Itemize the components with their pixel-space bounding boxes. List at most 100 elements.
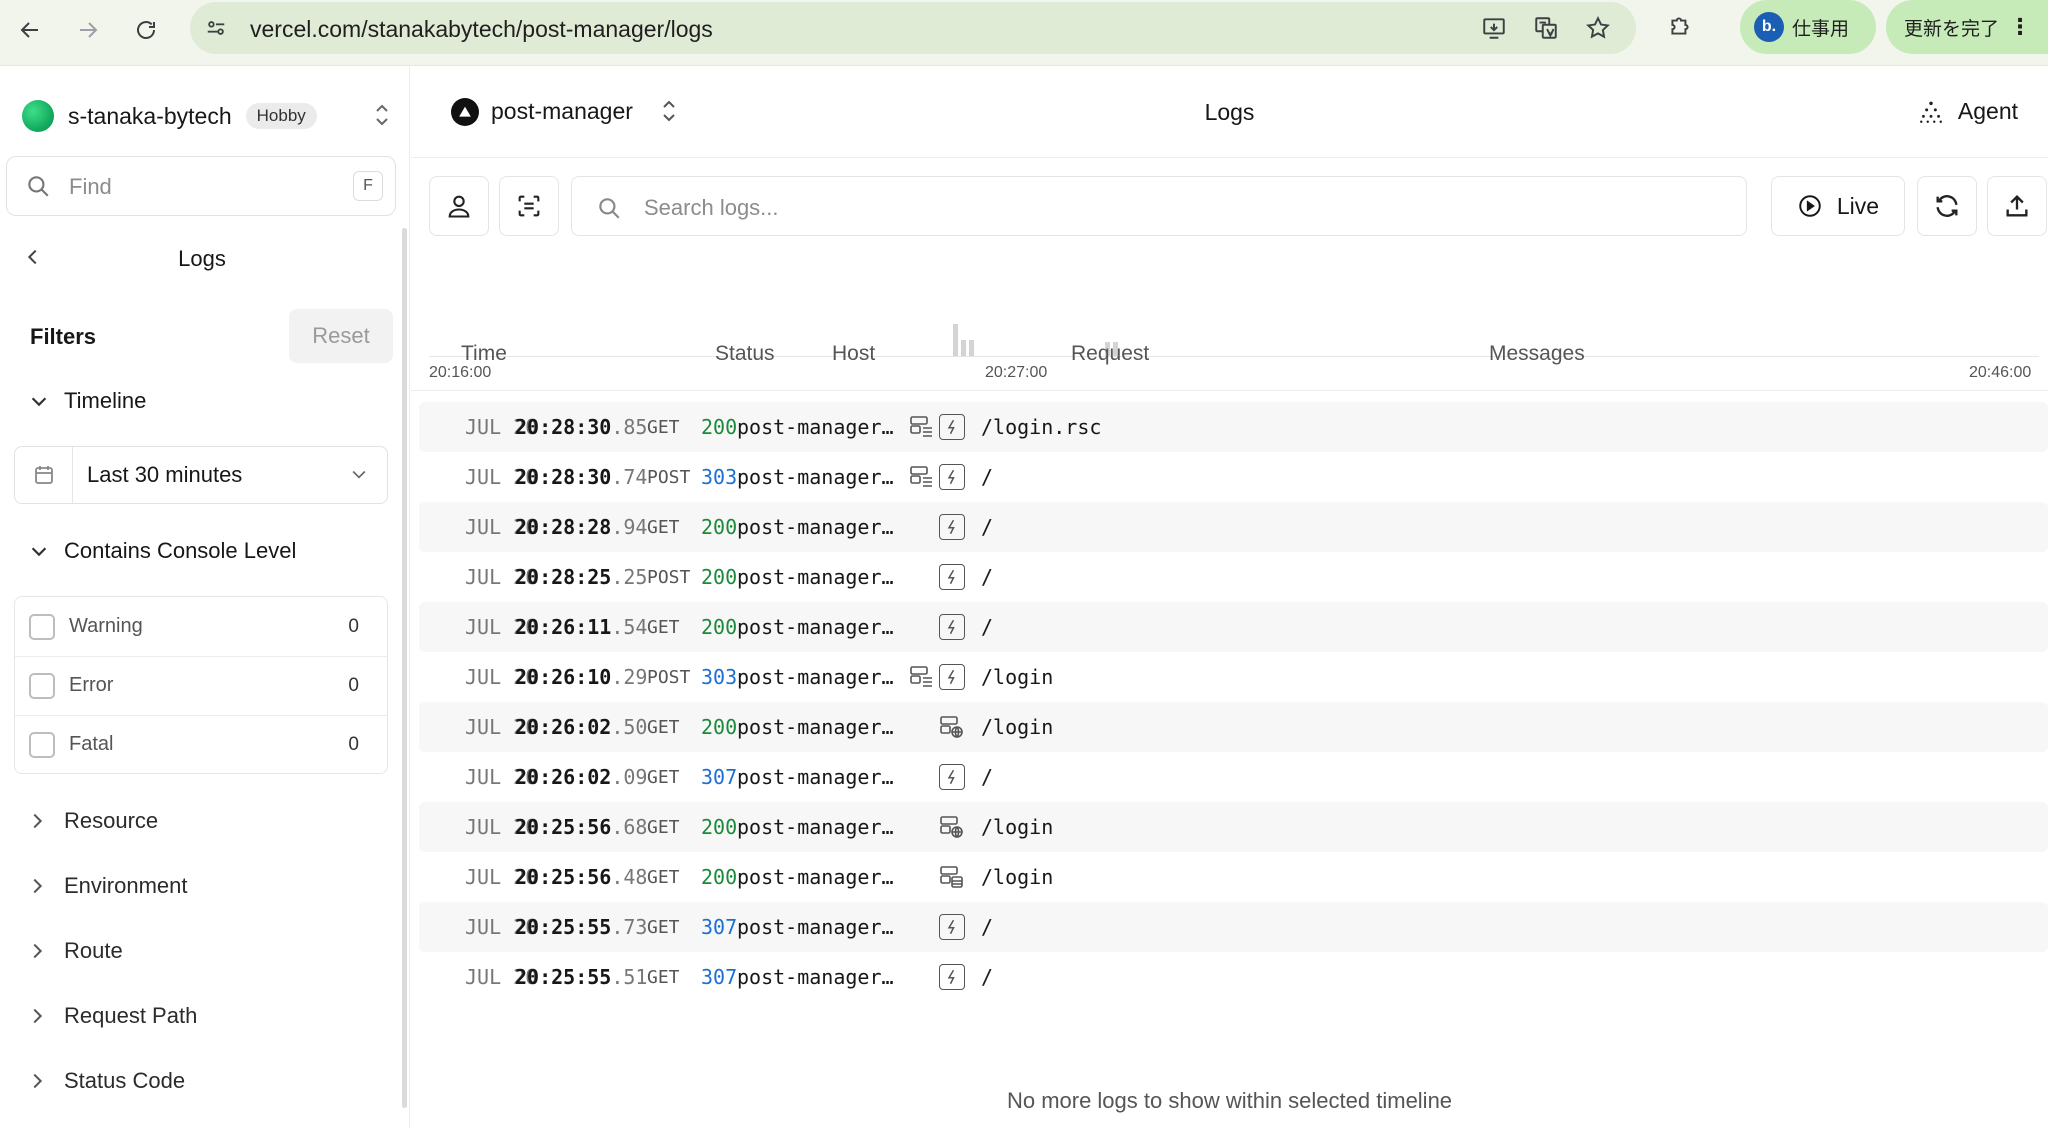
table-row[interactable]: JUL 20 20:25:55.73 GET 307 post-manager… / xyxy=(419,902,2048,952)
chevron-left-icon[interactable] xyxy=(22,246,44,273)
profile-avatar: b. xyxy=(1754,12,1784,42)
install-app-icon[interactable] xyxy=(1474,8,1514,48)
address-bar[interactable]: vercel.com/stanakabytech/post-manager/lo… xyxy=(190,2,1636,54)
edge-globe-icon xyxy=(939,714,965,740)
column-header-time[interactable]: Time xyxy=(461,342,507,366)
tick-label: 20:16:00 xyxy=(429,364,492,381)
level-row-error[interactable]: Error 0 xyxy=(15,656,387,715)
column-header-status[interactable]: Status xyxy=(715,342,775,366)
filter-request-path[interactable]: Request Path xyxy=(28,1003,197,1029)
table-row[interactable]: JUL 20 20:28:30.74 POST 303 post-manager… / xyxy=(419,452,2048,502)
error-checkbox[interactable] xyxy=(29,672,55,699)
filter-environment[interactable]: Environment xyxy=(28,873,188,899)
reset-button[interactable]: Reset xyxy=(289,309,393,363)
timeline-histogram[interactable]: 20:16:00 20:27:00 20:46:00 xyxy=(429,256,2039,381)
bookmark-star-icon[interactable] xyxy=(1578,8,1618,48)
refresh-button[interactable] xyxy=(1917,176,1977,236)
agent-sparkle-icon xyxy=(1919,101,1942,123)
column-header-host[interactable]: Host xyxy=(832,342,875,366)
update-button[interactable]: 更新を完了 ⋮ xyxy=(1886,0,2048,54)
log-status-code: 200 xyxy=(701,865,738,889)
warning-checkbox[interactable] xyxy=(29,613,55,640)
live-button[interactable]: Live xyxy=(1771,176,1905,236)
log-time: 20:26:11.54 xyxy=(515,615,647,639)
chevron-right-icon xyxy=(33,943,43,959)
table-row[interactable]: JUL 20 20:25:55.51 GET 307 post-manager… / xyxy=(419,952,2048,1002)
column-header-request[interactable]: Request xyxy=(1071,342,1149,366)
reload-icon[interactable] xyxy=(126,10,166,50)
log-request-path: /login xyxy=(981,865,1054,889)
log-time: 20:26:02.50 xyxy=(515,715,647,739)
edge-globe-icon xyxy=(939,814,965,840)
middleware-icon xyxy=(909,464,935,490)
scan-filter-button[interactable] xyxy=(499,176,559,236)
agent-button[interactable]: Agent xyxy=(1918,98,2018,125)
timeline-section-toggle[interactable]: Timeline xyxy=(28,388,146,414)
function-icon xyxy=(939,964,965,990)
log-method: POST xyxy=(647,467,691,488)
find-shortcut-key: F xyxy=(353,171,383,201)
profile-button[interactable]: b. 仕事用 xyxy=(1740,0,1876,54)
sidebar: s-tanaka-bytech Hobby Find F Logs Filter… xyxy=(0,66,410,1128)
timeline-select[interactable]: Last 30 minutes xyxy=(14,446,388,504)
extensions-puzzle-icon[interactable] xyxy=(1660,6,1700,46)
log-status-code: 307 xyxy=(701,765,738,789)
profile-label: 仕事用 xyxy=(1792,18,1850,40)
function-icon xyxy=(939,764,965,790)
log-type-icons xyxy=(909,664,969,692)
log-time-ms: .48 xyxy=(611,865,648,889)
chevron-right-icon xyxy=(33,878,43,894)
user-filter-button[interactable] xyxy=(429,176,489,236)
translate-icon[interactable] xyxy=(1526,8,1566,48)
table-row[interactable]: JUL 20 20:26:10.29 POST 303 post-manager…/lo… xyxy=(419,652,2048,702)
table-row[interactable]: JUL 20 20:28:28.94 GET 200 post-manager… / xyxy=(419,502,2048,552)
histogram-bar xyxy=(961,340,966,356)
log-method: GET xyxy=(647,517,680,538)
export-button[interactable] xyxy=(1987,176,2047,236)
team-switcher[interactable]: s-tanaka-bytech Hobby xyxy=(22,96,392,136)
log-time-hms: 20:26:02 xyxy=(515,715,612,739)
log-time-ms: .94 xyxy=(611,515,648,539)
table-row[interactable]: JUL 20 20:26:02.50 GET 200 post-manager…/log… xyxy=(419,702,2048,752)
filter-label: Environment xyxy=(64,873,188,898)
log-status-code: 200 xyxy=(701,615,738,639)
table-row[interactable]: JUL 20 20:26:02.09 GET 307 post-manager… / xyxy=(419,752,2048,802)
fatal-checkbox[interactable] xyxy=(29,731,55,758)
search-logs-input[interactable]: Search logs... xyxy=(571,176,1747,236)
sidebar-header: Logs xyxy=(22,238,382,278)
log-host: post-manager… xyxy=(737,565,894,589)
function-icon xyxy=(939,614,965,640)
forward-arrow-icon[interactable] xyxy=(68,10,108,50)
filter-status-code[interactable]: Status Code xyxy=(28,1068,185,1094)
table-row[interactable]: JUL 20 20:26:11.54 GET 200 post-manager… / xyxy=(419,602,2048,652)
filter-route[interactable]: Route xyxy=(28,938,123,964)
log-type-icons xyxy=(909,814,969,842)
log-method: GET xyxy=(647,917,680,938)
log-time: 20:25:56.48 xyxy=(515,865,647,889)
find-input[interactable]: Find F xyxy=(6,156,396,216)
filter-resource[interactable]: Resource xyxy=(28,808,158,834)
level-row-warning[interactable]: Warning 0 xyxy=(15,597,387,656)
cache-icon xyxy=(939,864,965,890)
column-header-messages[interactable]: Messages xyxy=(1489,342,1585,366)
log-status-code: 200 xyxy=(701,415,738,439)
log-request-path: / xyxy=(981,515,994,539)
table-row[interactable]: JUL 20 20:28:30.85 GET 200 post-manager…/log… xyxy=(419,402,2048,452)
chevron-down-icon xyxy=(31,397,47,407)
table-row[interactable]: JUL 20 20:28:25.25 POST 200 post-manager… / xyxy=(419,552,2048,602)
find-placeholder: Find xyxy=(69,174,112,199)
log-time-hms: 20:25:56 xyxy=(515,815,612,839)
log-method: GET xyxy=(647,617,680,638)
level-row-fatal[interactable]: Fatal 0 xyxy=(15,715,387,774)
back-arrow-icon[interactable] xyxy=(10,10,50,50)
table-row[interactable]: JUL 20 20:25:56.48 GET 200 post-manager…/log… xyxy=(419,852,2048,902)
function-icon xyxy=(939,914,965,940)
log-time-ms: .25 xyxy=(611,565,648,589)
site-settings-icon[interactable] xyxy=(202,14,230,42)
table-row[interactable]: JUL 20 20:25:56.68 GET 200 post-manager…/log… xyxy=(419,802,2048,852)
calendar-icon xyxy=(15,447,73,503)
level-count: 0 xyxy=(348,674,359,696)
divider xyxy=(411,390,2048,391)
console-level-section-toggle[interactable]: Contains Console Level xyxy=(28,538,296,564)
sidebar-scrollbar[interactable] xyxy=(402,228,407,1108)
